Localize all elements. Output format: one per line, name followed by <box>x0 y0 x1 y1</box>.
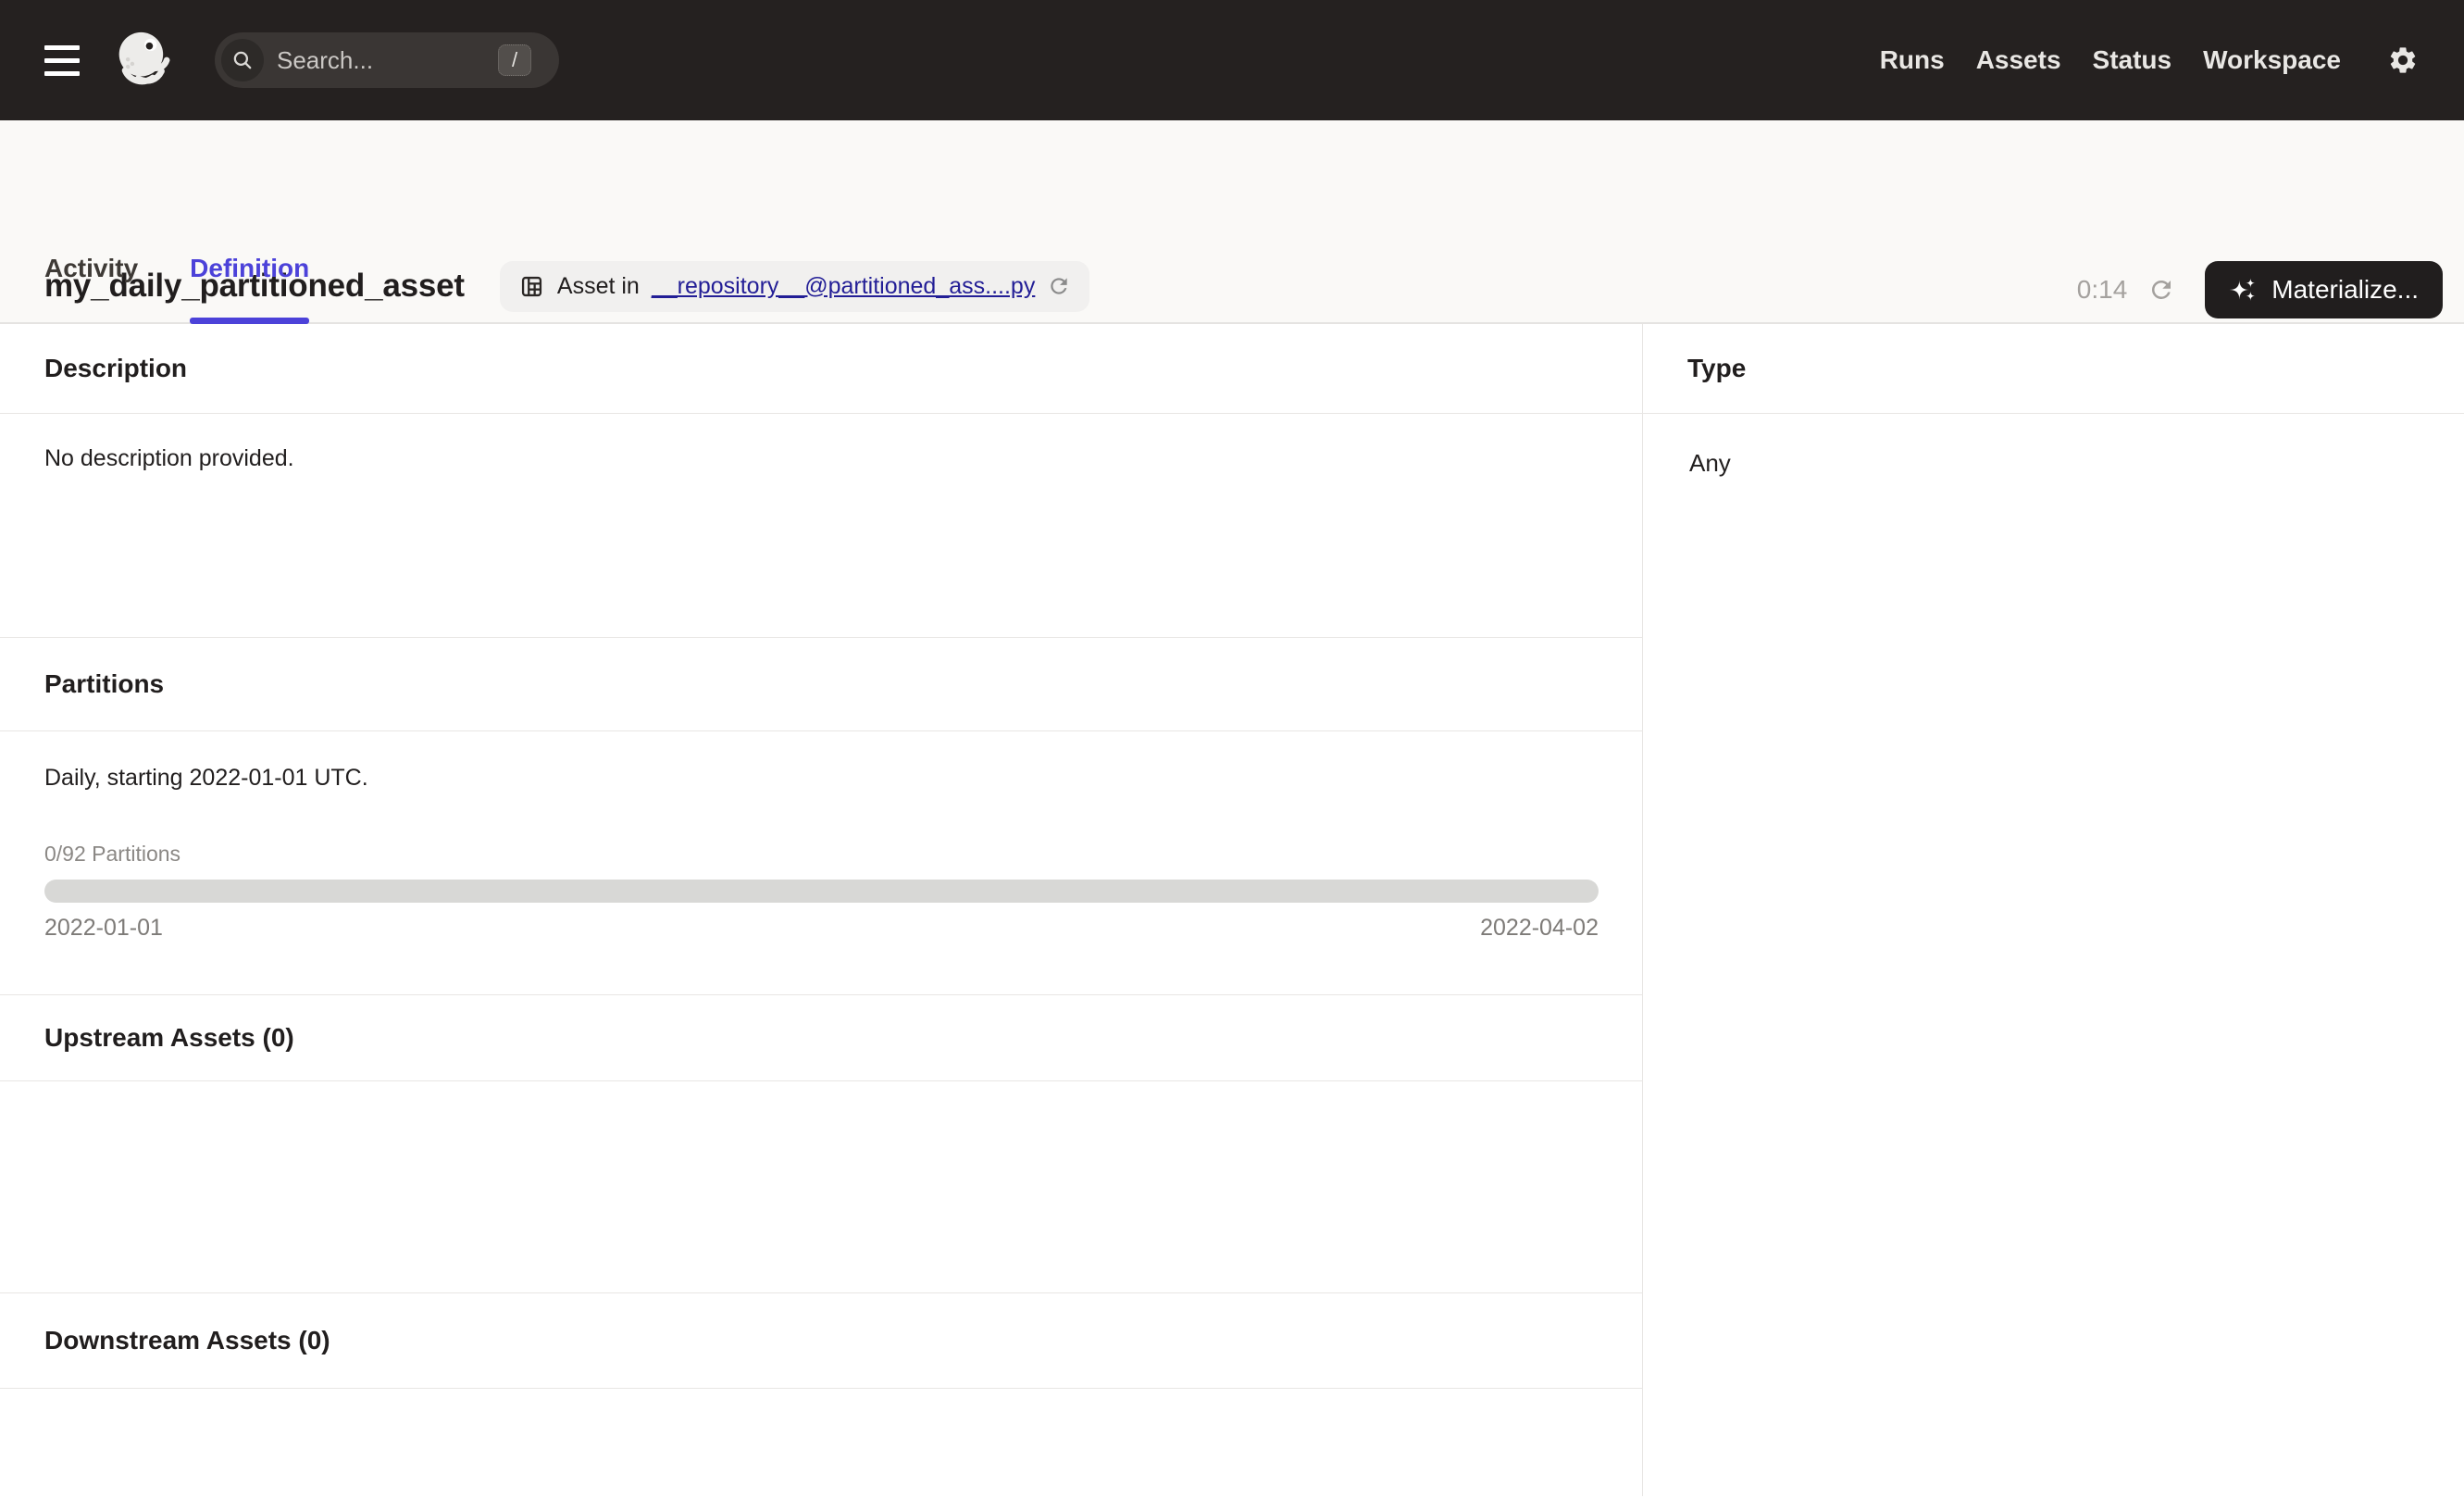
materialize-button[interactable]: Materialize... <box>2205 261 2443 318</box>
nav-item-assets[interactable]: Assets <box>1976 45 2061 75</box>
top-nav: / Runs Assets Status Workspace <box>0 0 2464 120</box>
nav-item-workspace[interactable]: Workspace <box>2203 45 2341 75</box>
nav-item-status[interactable]: Status <box>2093 45 2172 75</box>
sparkles-icon <box>2229 278 2256 301</box>
refresh-countdown: 0:14 <box>2076 275 2128 304</box>
partitions-section-heading: Partitions <box>0 638 1642 731</box>
partition-progress-label: 0/92 Partitions <box>44 842 181 866</box>
downstream-assets-heading: Downstream Assets (0) <box>0 1293 1642 1389</box>
upstream-assets-heading: Upstream Assets (0) <box>0 995 1642 1081</box>
partition-schedule-summary: Daily, starting 2022-01-01 UTC. <box>44 765 368 791</box>
description-body: No description provided. <box>0 414 1642 638</box>
materialize-button-label: Materialize... <box>2271 275 2419 304</box>
definition-content: Description No description provided. Par… <box>0 324 2464 1496</box>
nav-item-runs[interactable]: Runs <box>1880 45 1945 75</box>
type-section-heading: Type <box>1643 324 2464 414</box>
partition-progress-bar <box>44 880 1599 903</box>
tab-activity[interactable]: Activity <box>44 254 138 322</box>
description-section-heading: Description <box>0 324 1642 414</box>
upstream-assets-body <box>0 1081 1642 1293</box>
partitions-body: Daily, starting 2022-01-01 UTC. 0/92 Par… <box>0 731 1642 995</box>
search-input[interactable] <box>264 45 498 75</box>
downstream-assets-body <box>0 1389 1642 1496</box>
type-value: Any <box>1689 449 1731 477</box>
asset-table-icon <box>521 276 541 296</box>
tab-bar: Activity Definition <box>44 254 310 324</box>
asset-repository-link[interactable]: __repository__@partitioned_ass....py <box>652 273 1036 300</box>
left-column: Description No description provided. Par… <box>0 324 1642 1496</box>
asset-location-badge: Asset in __repository__@partitioned_ass.… <box>499 260 1090 312</box>
reload-icon[interactable] <box>1047 274 1071 298</box>
nav-links: Runs Assets Status Workspace <box>1880 44 2419 76</box>
refresh-icon[interactable] <box>2147 276 2175 304</box>
dagster-logo-icon[interactable] <box>107 24 178 96</box>
partition-range-end: 2022-04-02 <box>1480 915 1599 941</box>
tab-definition[interactable]: Definition <box>190 254 310 324</box>
search-shortcut-key: / <box>498 44 531 76</box>
asset-badge-prefix: Asset in <box>556 272 640 299</box>
search-icon <box>221 39 264 81</box>
page-header: my_daily_partitioned_asset Asset in __re… <box>0 120 2464 324</box>
right-column: Type Any <box>1642 324 2464 1496</box>
partition-range-start: 2022-01-01 <box>44 915 163 941</box>
gear-icon[interactable] <box>2387 44 2419 76</box>
menu-icon[interactable] <box>44 44 80 76</box>
search-box[interactable]: / <box>215 32 559 88</box>
